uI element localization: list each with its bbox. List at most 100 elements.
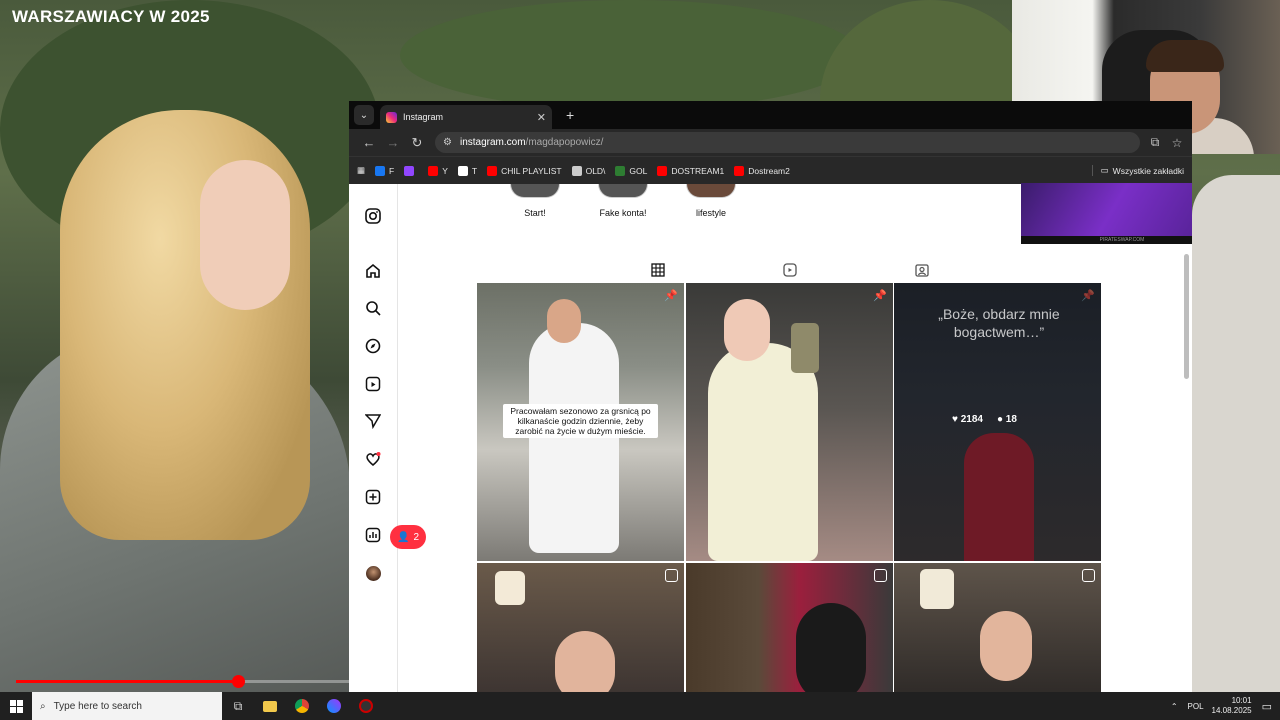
messages-send-icon[interactable] <box>364 412 382 430</box>
file-explorer-icon[interactable] <box>254 692 286 720</box>
instagram-favicon-icon <box>386 111 397 123</box>
search-icon[interactable] <box>364 299 382 317</box>
post-image-person <box>964 433 1034 561</box>
highlight-start[interactable]: Start! <box>500 184 570 218</box>
notification-badge[interactable]: 👤 2 <box>390 525 426 549</box>
app-icon[interactable] <box>350 692 382 720</box>
bookmark-label: GOL <box>629 165 648 176</box>
bookmark-favicon-icon <box>375 165 386 176</box>
bookmark-item[interactable]: Y <box>428 165 448 176</box>
bookmark-item[interactable]: Dostream2 <box>734 165 790 176</box>
tagged-tab-icon[interactable] <box>912 260 932 280</box>
taskbar-search-placeholder: Type here to search <box>53 700 142 712</box>
post-quote-text: „Boże, obdarz mnie bogactwem…” <box>938 306 1060 340</box>
posts-grid-tab-icon[interactable] <box>648 260 668 280</box>
chrome-icon[interactable] <box>286 692 318 720</box>
clock[interactable]: 10:01 14.08.2025 <box>1212 696 1252 716</box>
instagram-logo-icon[interactable] <box>364 207 382 225</box>
notifications-heart-icon[interactable] <box>364 450 382 468</box>
post-image-person <box>708 343 818 561</box>
highlight-label: Start! <box>524 208 546 218</box>
address-bar[interactable]: ⚙ instagram.com/magdapopowicz/ <box>435 132 1140 153</box>
clock-time: 10:01 <box>1231 696 1252 705</box>
create-plus-icon[interactable] <box>364 488 382 506</box>
video-title: WARSZAWIACY W 2025 <box>12 7 210 26</box>
bookmarks-bar: ▦ F Y T CHIL PLAYLIST OLD\ GOL DOSTREAM1 Dostre… <box>349 156 1192 184</box>
post-thumbnail[interactable] <box>477 563 684 692</box>
comments-count: 18 <box>1005 414 1017 425</box>
explore-compass-icon[interactable] <box>364 337 382 355</box>
reload-icon[interactable]: ↻ <box>405 135 429 151</box>
bookmark-item[interactable]: T <box>457 165 478 176</box>
highlight-label: lifestyle <box>695 208 726 218</box>
bookmark-item[interactable]: DOSTREAM1 <box>657 165 724 176</box>
post-thumbnail[interactable] <box>894 563 1101 692</box>
tray-chevron-icon[interactable]: ⌃ <box>1171 702 1178 711</box>
profile-avatar[interactable] <box>364 564 382 582</box>
tab-search-dropdown[interactable]: ⌄ <box>354 105 374 125</box>
post-image-face <box>547 299 581 343</box>
likes-stat: ♥ 2184 <box>952 414 983 425</box>
clock-date: 14.08.2025 <box>1211 706 1252 715</box>
tab-instagram[interactable]: Instagram ✕ <box>380 105 552 129</box>
bookmark-favicon-icon <box>404 165 415 176</box>
post-thumbnail[interactable]: 📌 <box>686 283 893 561</box>
task-view-icon[interactable]: ⧉ <box>222 692 254 720</box>
windows-start-icon[interactable] <box>0 692 32 720</box>
bookmark-favicon-icon <box>428 165 439 176</box>
new-tab-button[interactable]: + <box>566 107 574 123</box>
post-image-face <box>555 631 615 692</box>
post-caption: Pracowałam sezonowo za grsnicą po kilkan… <box>503 404 658 438</box>
messenger-icon[interactable] <box>318 692 350 720</box>
taskbar-search-box[interactable]: ⌕ Type here to search <box>32 692 222 720</box>
post-hover-stats: ♥ 2184 ● 18 <box>952 414 1017 425</box>
highlight-fake-konta[interactable]: Fake konta! <box>588 184 658 218</box>
reels-tab-icon[interactable] <box>780 260 800 280</box>
bookmark-item[interactable]: GOL <box>615 165 648 176</box>
bookmark-item[interactable]: F <box>375 165 394 176</box>
back-arrow-icon[interactable]: ← <box>357 135 381 150</box>
all-bookmarks-folder[interactable]: ▭ Wszystkie zakładki <box>1091 165 1184 176</box>
bookmark-item[interactable]: OLD\ <box>571 165 605 176</box>
bookmark-item[interactable]: CHIL PLAYLIST <box>487 165 562 176</box>
bookmark-favicon-icon <box>734 165 745 176</box>
language-indicator[interactable]: POL <box>1188 702 1204 711</box>
bookmark-star-icon[interactable]: ☆ <box>1170 136 1184 150</box>
reel-indicator-icon <box>665 569 678 582</box>
bookmark-label: Dostream2 <box>748 165 790 176</box>
comment-bubble-icon: ● <box>996 414 1004 425</box>
instagram-sidebar <box>349 184 398 692</box>
site-info-icon[interactable]: ⚙ <box>443 137 452 148</box>
forward-arrow-icon[interactable]: → <box>381 135 405 150</box>
bookmark-label: T <box>471 165 478 176</box>
ad-footer-text: PIRATESWAP.COM <box>1021 236 1192 244</box>
post-image-face <box>724 299 770 361</box>
windows-taskbar: ⌕ Type here to search ⧉ ⌃ POL 10:01 14.0… <box>0 692 1280 720</box>
post-thumbnail[interactable] <box>686 563 893 692</box>
home-icon[interactable] <box>364 262 382 280</box>
url-path: /magdapopowicz/ <box>525 137 604 148</box>
video-progress-fill <box>16 680 239 683</box>
post-thumbnail[interactable]: 📌 Pracowałam sezonowo za grsnicą po kilk… <box>477 283 684 561</box>
ad-banner[interactable]: PIRATESWAP.COM <box>1021 183 1192 244</box>
install-app-icon[interactable]: ⧉ <box>1148 135 1162 150</box>
tab-title: Instagram <box>403 112 444 122</box>
tab-close-icon[interactable]: ✕ <box>537 111 546 124</box>
pinned-icon: 📌 <box>1081 290 1095 302</box>
post-thumbnail[interactable]: „Boże, obdarz mnie bogactwem…” ♥ 2184 ● … <box>894 283 1101 561</box>
reel-indicator-icon <box>1082 569 1095 582</box>
bookmark-favicon-icon <box>615 165 626 176</box>
likes-count: 2184 <box>960 414 983 425</box>
post-image-face <box>980 611 1032 681</box>
highlight-thumbnail <box>598 184 648 198</box>
instagram-page: 👤 2 Start! Fake konta! lifestyle PIRATESW… <box>349 183 1192 692</box>
highlight-lifestyle[interactable]: lifestyle <box>676 184 746 218</box>
bookmark-item[interactable] <box>404 165 418 176</box>
dashboard-insights-icon[interactable] <box>364 526 382 544</box>
page-scrollbar[interactable] <box>1184 254 1189 379</box>
posts-grid: 📌 Pracowałam sezonowo za grsnicą po kilk… <box>477 283 1102 692</box>
reels-icon[interactable] <box>364 375 382 393</box>
apps-grid-icon[interactable]: ▦ <box>357 165 365 176</box>
profile-tabs <box>477 260 1101 284</box>
notification-center-icon[interactable]: ▭ <box>1262 700 1272 713</box>
